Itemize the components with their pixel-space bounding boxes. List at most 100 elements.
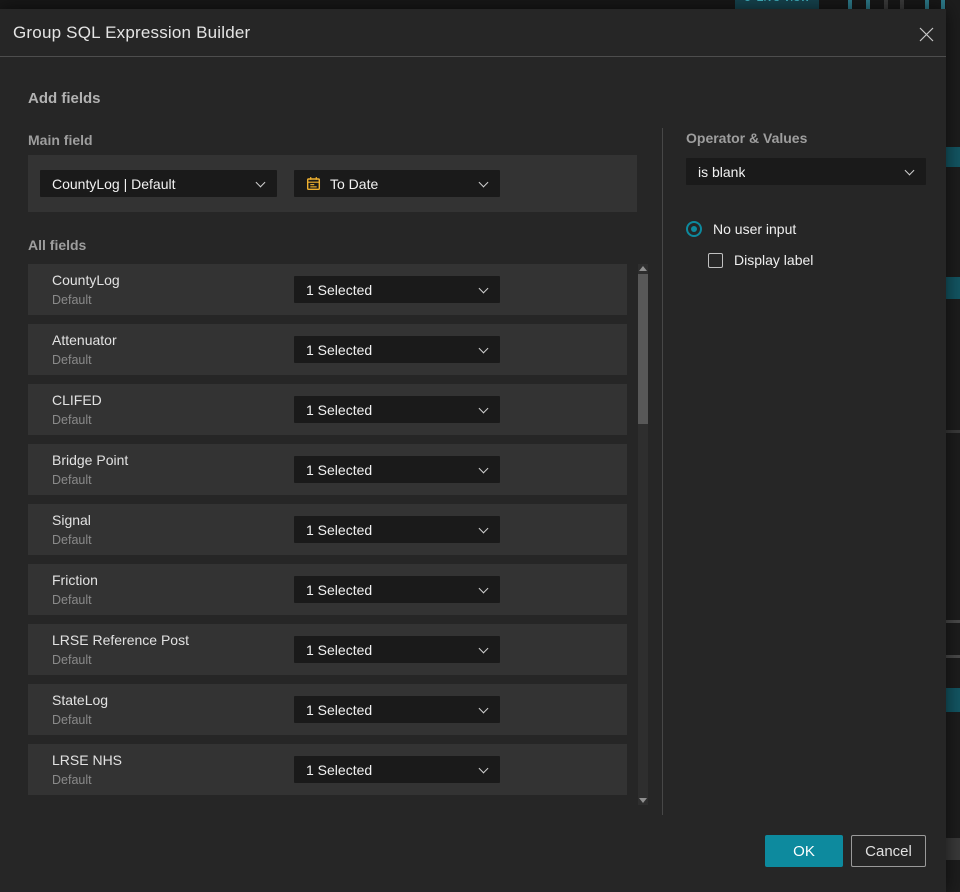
field-subtitle: Default [52,473,92,487]
close-icon[interactable] [913,21,939,47]
chevron-down-icon [478,523,489,534]
dialog-title: Group SQL Expression Builder [13,23,251,42]
field-name: LRSE Reference Post [52,632,189,648]
chevron-down-icon [478,643,489,654]
field-subtitle: Default [52,653,92,667]
chevron-down-icon [478,283,489,294]
field-values-select[interactable]: 1 Selected [294,756,500,783]
chevron-down-icon [478,177,489,188]
operator-select-value: is blank [698,163,746,180]
field-row: CLIFED Default 1 Selected [28,384,627,435]
vertical-divider [662,128,663,815]
background-fragment [946,277,960,299]
field-values-select[interactable]: 1 Selected [294,336,500,363]
field-row: LRSE Reference Post Default 1 Selected [28,624,627,675]
field-row: Attenuator Default 1 Selected [28,324,627,375]
live-view-dot-icon [744,0,752,1]
field-subtitle: Default [52,293,92,307]
field-values-select-value: 1 Selected [306,461,373,478]
field-row: Bridge Point Default 1 Selected [28,444,627,495]
toolbar-icon-fragment [900,0,904,9]
scroll-up-icon[interactable] [639,266,647,271]
field-values-select[interactable]: 1 Selected [294,396,500,423]
all-fields-label: All fields [28,237,87,253]
chevron-down-icon [478,403,489,414]
field-subtitle: Default [52,773,92,787]
field-values-select[interactable]: 1 Selected [294,576,500,603]
field-row: Signal Default 1 Selected [28,504,627,555]
field-name: CountyLog [52,272,120,288]
main-field-panel: CountyLog | Default To Date [28,155,637,212]
field-row: StateLog Default 1 Selected [28,684,627,735]
toolbar-icon-fragment [941,0,945,9]
field-values-select[interactable]: 1 Selected [294,636,500,663]
background-fragment [946,655,960,658]
live-view-toggle[interactable]: Live view [735,0,819,9]
main-field-type-value: To Date [330,175,379,192]
no-user-input-label: No user input [713,221,797,237]
scrollbar-thumb[interactable] [638,274,648,424]
display-label-checkbox[interactable]: Display label [708,252,813,268]
field-subtitle: Default [52,533,92,547]
field-subtitle: Default [52,413,92,427]
field-name: Attenuator [52,332,117,348]
field-values-select[interactable]: 1 Selected [294,276,500,303]
cancel-button[interactable]: Cancel [851,835,926,867]
field-values-select-value: 1 Selected [306,581,373,598]
background-fragment [946,688,960,712]
toolbar-icon-fragment [925,0,929,9]
main-field-type-select[interactable]: To Date [294,170,500,197]
no-user-input-radio[interactable]: No user input [686,221,796,237]
toolbar-icon-fragment [848,0,852,9]
field-name: StateLog [52,692,109,708]
field-values-select-value: 1 Selected [306,281,373,298]
field-row: Friction Default 1 Selected [28,564,627,615]
field-subtitle: Default [52,713,92,727]
field-subtitle: Default [52,353,92,367]
field-name: CLIFED [52,392,102,408]
field-values-select[interactable]: 1 Selected [294,456,500,483]
live-view-label: Live view [756,0,809,4]
scrollbar[interactable] [638,264,648,805]
field-row: LRSE NHS Default 1 Selected [28,744,627,795]
chevron-down-icon [478,343,489,354]
chevron-down-icon [478,763,489,774]
background-fragment [946,620,960,623]
background-fragment [946,430,960,433]
operator-values-label: Operator & Values [686,130,808,146]
scroll-down-icon[interactable] [639,798,647,803]
toolbar-icon-fragment [884,0,888,9]
background-fragment [946,147,960,167]
all-fields-list: CountyLog Default 1 Selected Attenuator Defa… [28,264,627,804]
chevron-down-icon [478,703,489,714]
field-name: Bridge Point [52,452,129,468]
chevron-down-icon [478,463,489,474]
field-subtitle: Default [52,593,92,607]
background-app-topbar: Live view [0,0,960,9]
field-values-select-value: 1 Selected [306,401,373,418]
calendar-date-icon [306,176,321,191]
field-values-select-value: 1 Selected [306,341,373,358]
field-values-select[interactable]: 1 Selected [294,696,500,723]
chevron-down-icon [904,165,915,176]
radio-selected-icon [686,221,702,237]
ok-button[interactable]: OK [765,835,843,867]
field-name: LRSE NHS [52,752,123,768]
field-values-select[interactable]: 1 Selected [294,516,500,543]
operator-select[interactable]: is blank [686,158,926,185]
field-name: Friction [52,572,98,588]
background-fragment [946,838,960,860]
dialog-header: Group SQL Expression Builder [0,9,946,57]
group-sql-expression-builder-dialog: Group SQL Expression Builder Add fields … [0,9,946,892]
chevron-down-icon [255,177,266,188]
toolbar-icon-fragment [866,0,870,9]
field-values-select-value: 1 Selected [306,701,373,718]
field-values-select-value: 1 Selected [306,521,373,538]
main-field-select[interactable]: CountyLog | Default [40,170,277,197]
checkbox-unchecked-icon [708,252,723,268]
chevron-down-icon [478,583,489,594]
display-label-text: Display label [734,252,814,268]
main-field-label: Main field [28,132,93,148]
field-values-select-value: 1 Selected [306,641,373,658]
main-field-select-value: CountyLog | Default [52,175,176,192]
